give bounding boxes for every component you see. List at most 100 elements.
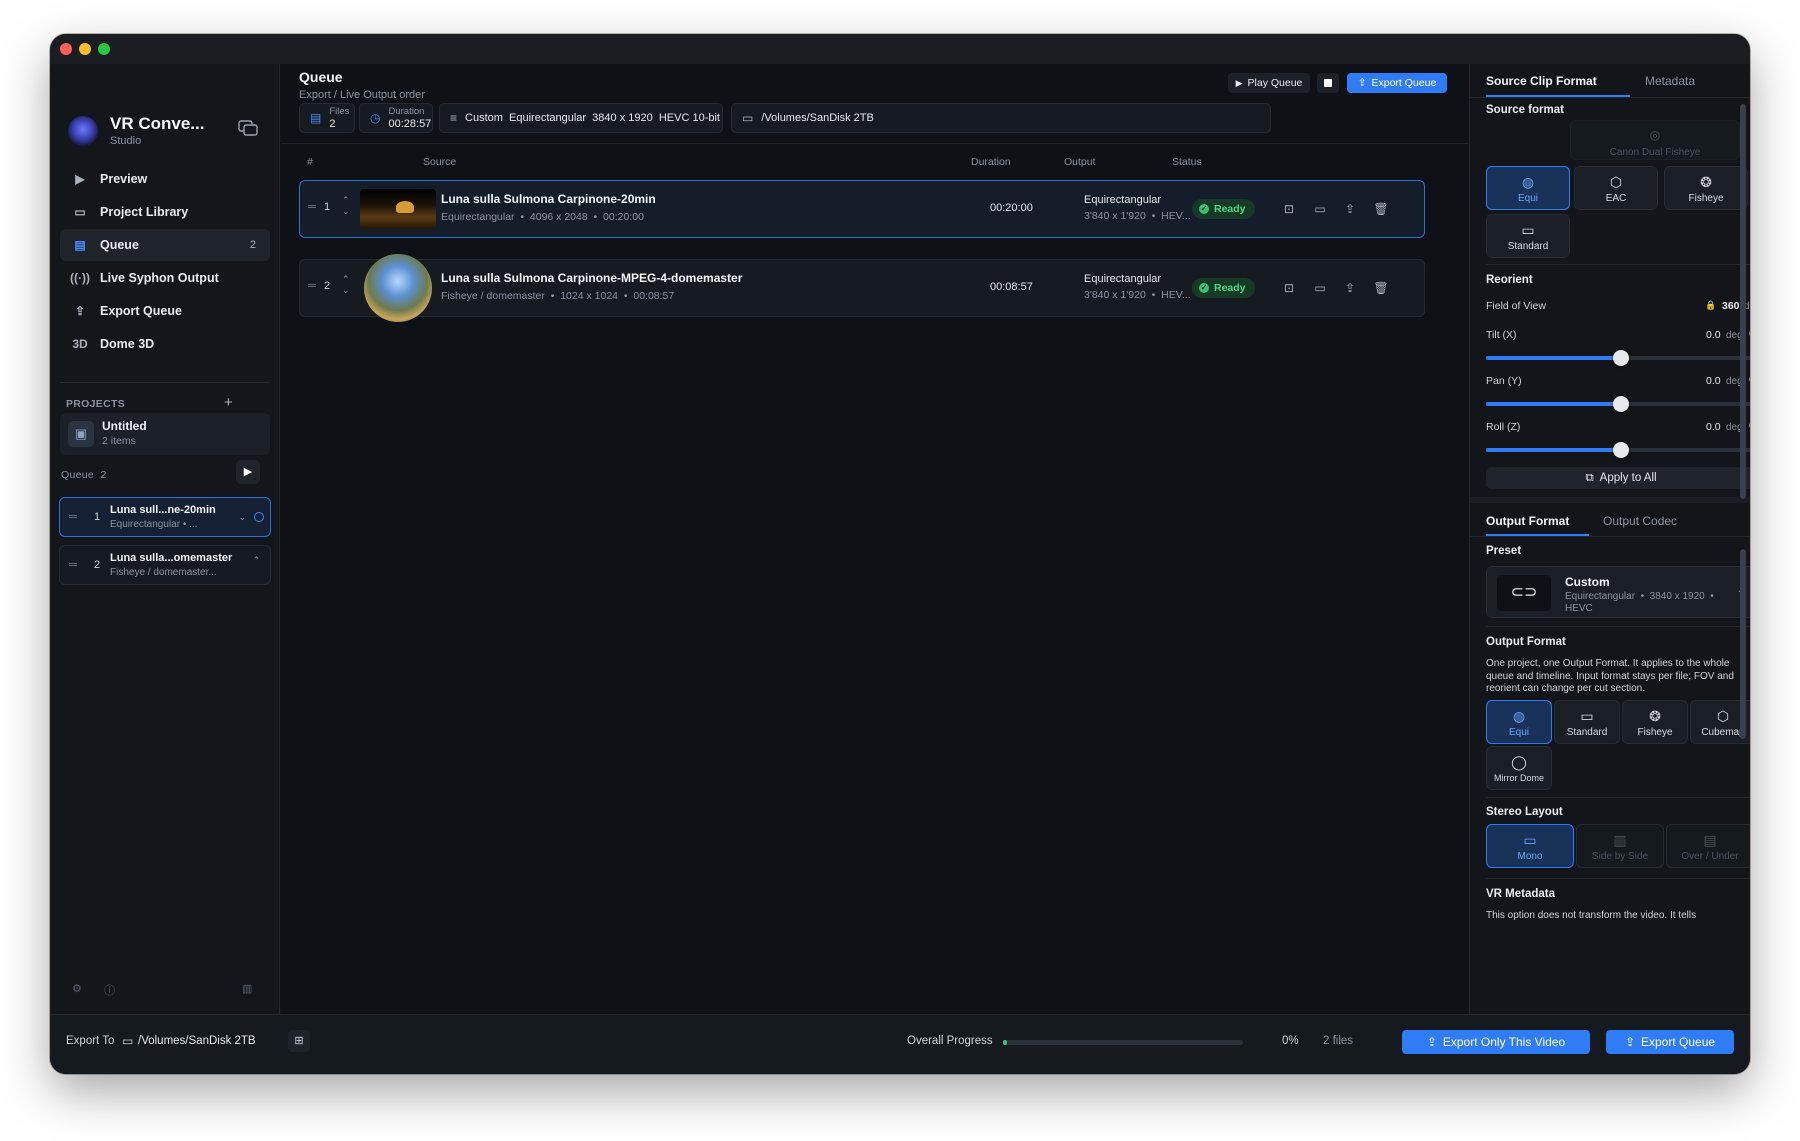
- table-row[interactable]: ═ 1 ⌃ ⌄ Luna sulla Sulmona Carpinone-20mi…: [299, 180, 1425, 238]
- slider-fill: [1486, 402, 1621, 406]
- project-subtitle: 2 items: [102, 435, 136, 447]
- nav-export-queue[interactable]: ⇪ Export Queue: [60, 295, 270, 327]
- format-label: Fisheye: [1637, 727, 1673, 738]
- nav-queue[interactable]: ▤ Queue 2: [60, 229, 270, 261]
- format-label: Equi: [1517, 193, 1538, 204]
- slider-knob[interactable]: [1613, 350, 1629, 366]
- cube-icon: ⬡: [1609, 174, 1623, 190]
- reorient-label: Reorient: [1486, 274, 1533, 286]
- out-format-standard[interactable]: ▭ Standard: [1554, 700, 1620, 744]
- apply-to-all-button[interactable]: ⧉ Apply to All: [1486, 467, 1750, 489]
- trash-icon[interactable]: 🗑: [1372, 200, 1390, 218]
- preview-icon[interactable]: ⊡: [1280, 279, 1298, 297]
- preset-chip[interactable]: ≡ Custom Equirectangular 3840 x 1920 HEV…: [439, 103, 723, 133]
- side-queue-item[interactable]: ═ 2 Luna sulla...omemaster Fisheye / dom…: [59, 545, 271, 585]
- sidebar-toggle-icon[interactable]: ▥: [242, 982, 252, 995]
- lock-icon[interactable]: 🔒: [1705, 300, 1716, 311]
- reorder-arrows-icon[interactable]: ⌃ ⌄: [342, 274, 350, 296]
- stop-button[interactable]: [1317, 73, 1339, 93]
- nav-live-syphon-output[interactable]: ((·)) Live Syphon Output: [60, 262, 270, 294]
- stereo-over-under: ▤ Over / Under: [1666, 824, 1750, 868]
- stereo-mono[interactable]: ▭ Mono: [1486, 824, 1574, 868]
- folder-icon[interactable]: ▭: [1311, 279, 1329, 297]
- project-item-untitled[interactable]: ▣ Untitled 2 items: [60, 413, 270, 455]
- col-header-output: Output: [1064, 156, 1096, 168]
- zoom-window-button[interactable]: [98, 43, 110, 55]
- reset-icon[interactable]: ↺: [1748, 329, 1750, 340]
- minimize-window-button[interactable]: [79, 43, 91, 55]
- nav-label: Live Syphon Output: [100, 271, 219, 285]
- aperture-icon: ❂: [1649, 708, 1661, 724]
- drag-handle-icon[interactable]: ═: [69, 511, 77, 523]
- slider-knob[interactable]: [1613, 396, 1629, 412]
- play-queue-icon[interactable]: ▶: [236, 460, 260, 484]
- folder-icon[interactable]: ▭: [1311, 200, 1329, 218]
- target-icon[interactable]: [254, 512, 264, 522]
- nav-dome-3d[interactable]: 3D Dome 3D: [60, 328, 270, 360]
- drag-handle-icon[interactable]: ═: [308, 280, 316, 292]
- stereo-label: Mono: [1517, 851, 1543, 862]
- trash-icon[interactable]: 🗑: [1372, 279, 1390, 297]
- play-icon: ▶: [1235, 77, 1243, 88]
- format-label: Standard: [1507, 241, 1549, 252]
- export-to-label: Export To: [66, 1035, 115, 1047]
- nav-preview[interactable]: ▶ Preview: [60, 163, 270, 195]
- share-icon: ⇪: [1357, 77, 1367, 89]
- roll-value: 0.0: [1706, 421, 1721, 433]
- slider-knob[interactable]: [1613, 442, 1629, 458]
- close-window-button[interactable]: [60, 43, 72, 55]
- preset-summary: Custom Equirectangular 3840 x 1920 HEVC …: [465, 112, 720, 124]
- change-folder-icon[interactable]: ⊞: [288, 1030, 310, 1052]
- settings-icon[interactable]: ⚙: [72, 982, 82, 995]
- scrollbar[interactable]: [1740, 549, 1746, 739]
- tab-output-format[interactable]: Output Format: [1486, 514, 1569, 528]
- queue-item-title: Luna sulla...omemaster: [110, 552, 233, 564]
- share-icon[interactable]: ⇪: [1341, 200, 1359, 218]
- preset-label: Preset: [1486, 545, 1522, 557]
- chevron-up-icon[interactable]: ⌃: [252, 555, 260, 565]
- export-only-this-video-button[interactable]: ⇪ Export Only This Video: [1402, 1030, 1590, 1054]
- src-format-equi[interactable]: ◍ Equi: [1486, 166, 1570, 210]
- reset-icon[interactable]: ↺: [1748, 375, 1750, 386]
- out-format-fisheye[interactable]: ❂ Fisheye: [1622, 700, 1688, 744]
- status-badge: ✓ Ready: [1192, 278, 1255, 298]
- tab-metadata[interactable]: Metadata: [1645, 74, 1695, 88]
- reorder-arrows-icon[interactable]: ⌃ ⌄: [342, 195, 350, 217]
- side-queue-item[interactable]: ═ 1 Luna sull...ne-20min Equirectangular…: [59, 497, 271, 537]
- globe-icon: ◍: [1521, 174, 1535, 190]
- tab-output-codec[interactable]: Output Codec: [1603, 514, 1677, 528]
- export-queue-button[interactable]: ⇪ Export Queue: [1347, 73, 1447, 93]
- info-icon[interactable]: ⓘ: [104, 982, 115, 998]
- tab-source-clip-format[interactable]: Source Clip Format: [1486, 74, 1597, 88]
- inspector-panel: Source Clip Format Metadata Source forma…: [1469, 64, 1750, 1014]
- progress-fill: [1003, 1040, 1007, 1045]
- path-chip[interactable]: ▭ /Volumes/SanDisk 2TB: [731, 103, 1271, 133]
- roll-slider[interactable]: [1486, 442, 1750, 458]
- tilt-slider[interactable]: [1486, 350, 1750, 366]
- src-format-fisheye[interactable]: ❂ Fisheye: [1664, 166, 1748, 210]
- nav-label: Project Library: [100, 205, 189, 219]
- chevron-down-icon[interactable]: ⌄: [238, 512, 246, 522]
- pan-slider[interactable]: [1486, 396, 1750, 412]
- export-queue-bottom-button[interactable]: ⇪ Export Queue: [1606, 1030, 1734, 1054]
- rectangle-icon: ▭: [1523, 832, 1537, 848]
- queue-item-subtitle: Fisheye / domemaster...: [110, 567, 217, 578]
- export-path[interactable]: /Volumes/SanDisk 2TB: [138, 1035, 256, 1047]
- project-title: Untitled: [102, 419, 147, 433]
- src-format-eac[interactable]: ⬡ EAC: [1574, 166, 1658, 210]
- share-icon[interactable]: ⇪: [1341, 279, 1359, 297]
- table-row[interactable]: ═ 2 ⌃ ⌄ Luna sulla Sulmona Carpinone-MPEG…: [299, 254, 1425, 322]
- out-format-mirror-dome[interactable]: ◯ Mirror Dome: [1486, 746, 1552, 790]
- preset-dropdown[interactable]: ⊂⊃ Custom Equirectangular • 3840 x 1920 …: [1486, 566, 1750, 618]
- src-format-standard[interactable]: ▭ Standard: [1486, 214, 1570, 258]
- reset-icon[interactable]: ↺: [1748, 421, 1750, 432]
- add-project-button[interactable]: +: [224, 394, 233, 411]
- drag-handle-icon[interactable]: ═: [308, 201, 316, 213]
- nav-project-library[interactable]: ▭ Project Library: [60, 196, 270, 228]
- chat-icon[interactable]: [238, 119, 258, 137]
- out-format-equi[interactable]: ◍ Equi: [1486, 700, 1552, 744]
- drag-handle-icon[interactable]: ═: [69, 559, 77, 571]
- play-queue-button[interactable]: ▶ Play Queue: [1228, 73, 1310, 93]
- preview-icon[interactable]: ⊡: [1280, 200, 1298, 218]
- scrollbar[interactable]: [1740, 104, 1746, 499]
